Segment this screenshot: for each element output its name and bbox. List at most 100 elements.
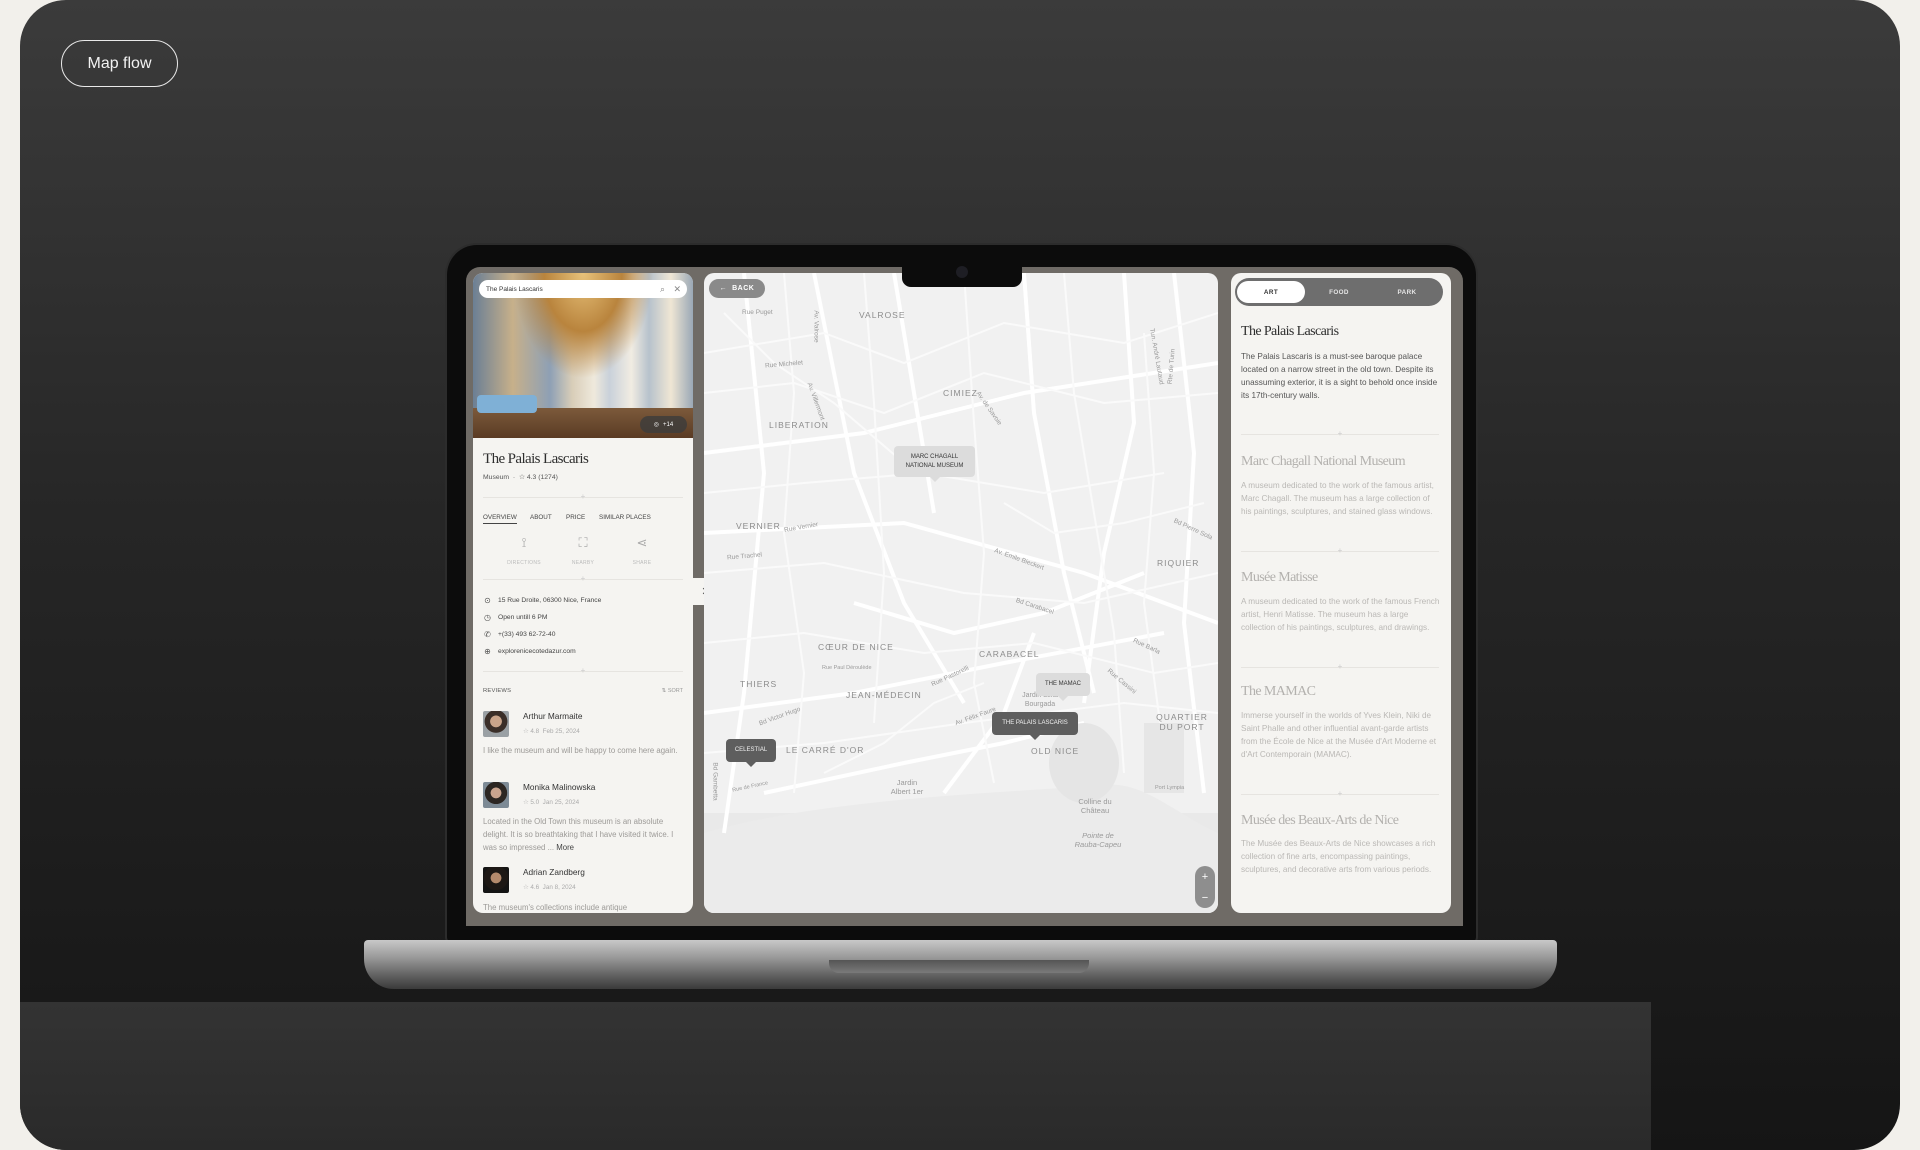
- website-row[interactable]: ⊕ explorenicecotedazur.com: [483, 647, 576, 656]
- star-icon: ☆: [523, 884, 529, 891]
- place-subtitle: Museum · ☆ 4.3 (1274): [483, 474, 558, 481]
- district-label: OLD NICE: [1031, 746, 1080, 756]
- star-icon: ☆: [523, 728, 529, 735]
- photo-count-button[interactable]: ◎ +14: [640, 416, 687, 433]
- hours: Open untill 6 PM: [498, 614, 548, 621]
- nearby-button[interactable]: ⛶ NEARBY: [553, 535, 613, 569]
- nearby-label: NEARBY: [571, 560, 595, 566]
- map-pin-celestial[interactable]: CELESTIAL: [726, 739, 776, 767]
- zoom-in-button[interactable]: +: [1202, 871, 1208, 883]
- review-date: Jan 25, 2024: [542, 799, 580, 806]
- review-text: I like the museum and will be happy to c…: [483, 746, 678, 755]
- district-label: RIQUIER: [1157, 558, 1200, 568]
- district-label: JEAN-MÉDECIN: [846, 690, 922, 700]
- district-label: LE CARRÉ D'OR: [786, 745, 865, 755]
- review-rating: 5.0: [530, 799, 540, 806]
- list-item-desc: A museum dedicated to the work of the fa…: [1241, 597, 1440, 632]
- main-roads: [704, 273, 1218, 834]
- star-icon: ☆: [518, 474, 525, 481]
- district-label: QUARTIER DU PORT: [1156, 712, 1208, 732]
- zoom-control: + −: [1195, 866, 1215, 908]
- phone[interactable]: +(33) 493 62-72-40: [498, 631, 555, 638]
- arrow-left-icon: ←: [719, 285, 728, 292]
- tab-overview[interactable]: OVERVIEW: [483, 514, 517, 524]
- chateau-hill: [1049, 723, 1119, 803]
- map-pin-mamac[interactable]: THE MAMAC: [1036, 673, 1090, 701]
- hours-row: ◷ Open untill 6 PM: [483, 613, 547, 622]
- category-tabs: ART FOOD PARK: [1235, 278, 1443, 306]
- photo-detail: [477, 395, 537, 413]
- search-value: The Palais Lascaris: [486, 285, 543, 293]
- laptop-hinge: [829, 960, 1089, 973]
- review-date: Jan 8, 2024: [542, 884, 576, 891]
- tab-similar-places[interactable]: SIMILAR PLACES: [599, 514, 651, 521]
- divider: [483, 579, 683, 580]
- review-meta: ☆ 5.0 Jan 25, 2024: [523, 799, 579, 806]
- zoom-out-button[interactable]: −: [1202, 892, 1208, 904]
- district-label: THIERS: [740, 679, 778, 689]
- globe-icon: ⊕: [484, 647, 491, 656]
- list-item-desc: Immerse yourself in the worlds of Yves K…: [1241, 711, 1436, 759]
- tab-art[interactable]: ART: [1237, 281, 1305, 303]
- tab-food[interactable]: FOOD: [1305, 281, 1373, 303]
- search-input[interactable]: The Palais Lascaris ⌕ ✕: [479, 280, 687, 298]
- street-label: Av. Valrose: [812, 310, 820, 343]
- tab-about[interactable]: ABOUT: [530, 514, 552, 521]
- map-pin-palais-lascaris[interactable]: THE PALAIS LASCARIS: [992, 712, 1078, 740]
- reviewer-name: Arthur Marmaite: [523, 711, 583, 721]
- review-text: Located in the Old Town this museum is a…: [483, 815, 683, 854]
- places-list-panel: ART FOOD PARK The Palais Lascaris The Pa…: [1231, 273, 1451, 913]
- list-item-desc: The Musée des Beaux-Arts de Nice showcas…: [1241, 839, 1436, 874]
- phone-icon: ✆: [484, 630, 491, 639]
- divider: [1241, 667, 1439, 668]
- avatar: [483, 711, 509, 737]
- more-link[interactable]: More: [556, 843, 574, 852]
- street-label: Bd Gambetta: [711, 762, 719, 801]
- list-item-title[interactable]: The Palais Lascaris: [1241, 324, 1339, 340]
- close-icon[interactable]: ✕: [673, 284, 681, 295]
- review-body: Located in the Old Town this museum is a…: [483, 817, 674, 852]
- map-search-icon: ⛶: [578, 535, 588, 550]
- place-category: Museum: [483, 474, 510, 481]
- photo-count: +14: [663, 421, 674, 428]
- map-view[interactable]: ← BACK VALROSE CIMIEZ LIBERATION VERNIER …: [704, 273, 1218, 913]
- camera-icon: ◎: [653, 422, 660, 428]
- district-label: CARABACEL: [979, 649, 1040, 659]
- list-item-desc: The Palais Lascaris is a must-see baroqu…: [1241, 352, 1438, 400]
- back-button[interactable]: ← BACK: [709, 279, 765, 298]
- map-flow-label: Map flow: [61, 40, 178, 87]
- list-item-title[interactable]: Marc Chagall National Museum: [1241, 454, 1406, 470]
- tab-price[interactable]: PRICE: [566, 514, 585, 521]
- divider: [483, 497, 683, 498]
- directions-button[interactable]: ⟟ DIRECTIONS: [494, 535, 554, 569]
- divider: [1241, 551, 1439, 552]
- list-item-title[interactable]: The MAMAC: [1241, 684, 1316, 700]
- place-label: Colline du Château: [1078, 797, 1112, 815]
- sort-icon: ⇅: [661, 688, 667, 694]
- phone-row[interactable]: ✆ +(33) 493 62-72-40: [483, 630, 555, 639]
- star-icon: ☆: [523, 799, 529, 806]
- sort-button[interactable]: ⇅ SORT: [662, 688, 683, 694]
- route-icon: ⟟: [521, 535, 527, 550]
- map-pin-marc-chagall[interactable]: MARC CHAGALL NATIONAL MUSEUM: [894, 446, 975, 482]
- district-label: VALROSE: [859, 310, 906, 320]
- coastline: [704, 784, 1218, 913]
- floor: [20, 1002, 1651, 1150]
- district-label: CIMIEZ: [943, 388, 978, 398]
- street-label: Rue Puget: [742, 309, 773, 316]
- search-icon[interactable]: ⌕: [660, 284, 665, 295]
- list-item-title[interactable]: Musée Matisse: [1241, 570, 1318, 586]
- back-label: BACK: [732, 285, 755, 292]
- review-meta: ☆ 4.8 Feb 25, 2024: [523, 728, 580, 735]
- list-item-title[interactable]: Musée des Beaux-Arts de Nice: [1241, 813, 1399, 829]
- website-link[interactable]: explorenicecotedazur.com: [498, 648, 576, 655]
- share-button[interactable]: ⋖ SHARE: [612, 535, 672, 569]
- place-label: Port Lympia: [1155, 785, 1185, 791]
- review-meta: ☆ 4.6 Jan 8, 2024: [523, 884, 576, 891]
- tab-park[interactable]: PARK: [1373, 281, 1441, 303]
- district-label: CŒUR DE NICE: [818, 642, 894, 652]
- district-label: LIBERATION: [769, 420, 829, 430]
- place-rating: 4.3 (1274): [526, 474, 558, 481]
- street-network: [704, 273, 1218, 913]
- camera-icon: [956, 266, 968, 278]
